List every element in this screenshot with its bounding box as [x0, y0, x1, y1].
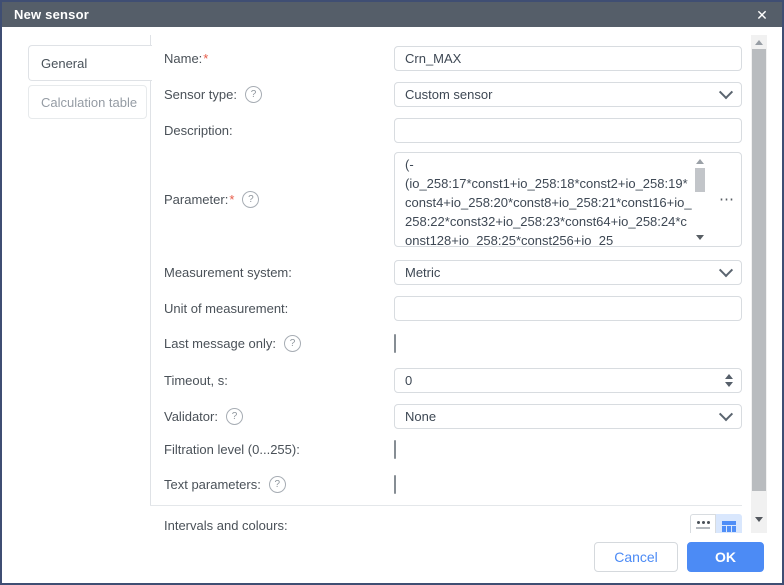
parameter-row: Parameter: * ? (- (io_258:17*const1+io_25… — [164, 152, 742, 247]
sensor-type-row: Sensor type: ? Custom sensor — [164, 82, 742, 107]
validator-value: None — [405, 409, 437, 424]
text-parameters-row: Text parameters: ? — [164, 472, 742, 497]
timeout-input[interactable] — [394, 368, 742, 393]
measurement-system-row: Measurement system: Metric — [164, 260, 742, 285]
dialog-body: General Calculation table Name:* Sensor … — [4, 29, 780, 535]
dialog-footer: Cancel OK — [4, 533, 780, 581]
sensor-type-select[interactable]: Custom sensor — [394, 82, 742, 107]
validator-select[interactable]: None — [394, 404, 742, 429]
filtration-level-checkbox[interactable] — [394, 439, 396, 459]
name-row: Name: * — [164, 46, 742, 71]
dots-icon — [696, 521, 710, 524]
timeout-label: Timeout, s: — [164, 373, 228, 388]
unit-row: Unit of measurement: — [164, 296, 742, 321]
filtration-level-row: Filtration level (0...255): — [164, 437, 742, 462]
tab-calculation-table[interactable]: Calculation table — [28, 85, 147, 119]
intervals-label: Intervals and colours: — [164, 518, 288, 533]
parameter-label: Parameter: — [164, 192, 229, 207]
intervals-view-toggle — [690, 514, 742, 535]
last-message-only-checkbox[interactable] — [394, 333, 396, 353]
name-input[interactable] — [394, 46, 742, 71]
scrollbar-thumb[interactable] — [752, 49, 766, 491]
scroll-up-icon[interactable] — [696, 159, 704, 164]
measurement-system-select[interactable]: Metric — [394, 260, 742, 285]
intervals-row: Intervals and colours: — [164, 513, 742, 535]
unit-input[interactable] — [394, 296, 742, 321]
tab-general-label: General — [41, 55, 88, 71]
last-message-only-label: Last message only: — [164, 336, 277, 351]
scroll-down-icon[interactable] — [696, 235, 704, 240]
spinner-up-icon[interactable] — [725, 374, 733, 379]
help-icon[interactable]: ? — [284, 335, 302, 352]
intervals-list-view-button[interactable] — [690, 514, 716, 535]
sensor-type-label: Sensor type: — [164, 87, 237, 102]
help-icon[interactable]: ? — [268, 476, 286, 493]
section-divider — [150, 505, 742, 506]
scrollbar-thumb[interactable] — [695, 168, 705, 192]
ok-button[interactable]: OK — [687, 542, 764, 572]
validator-label: Validator: — [164, 409, 218, 424]
filtration-level-label: Filtration level (0...255): — [164, 442, 300, 457]
chevron-down-icon — [718, 84, 734, 99]
spinner-down-icon[interactable] — [725, 382, 733, 387]
intervals-table-view-button[interactable] — [716, 514, 742, 535]
dialog-titlebar: New sensor ✕ — [2, 2, 782, 27]
dialog-scrollbar[interactable] — [751, 35, 767, 535]
required-asterisk: * — [203, 51, 209, 66]
new-sensor-dialog: New sensor ✕ General Calculation table N… — [0, 0, 784, 585]
tabs-divider — [150, 35, 151, 505]
validator-row: Validator: ? None — [164, 404, 742, 429]
parameter-scrollbar[interactable] — [693, 155, 707, 244]
scroll-down-icon[interactable] — [755, 517, 763, 522]
dialog-title: New sensor — [14, 7, 89, 22]
parameter-value[interactable]: (- (io_258:17*const1+io_258:18*const2+io… — [405, 155, 693, 246]
tab-general[interactable]: General — [28, 45, 152, 81]
description-input[interactable] — [394, 118, 742, 143]
dots-icon-bar — [696, 527, 710, 529]
last-message-only-row: Last message only: ? — [164, 331, 742, 356]
chevron-down-icon — [718, 262, 734, 277]
parameter-expand-button[interactable]: ⋯ — [719, 192, 735, 207]
name-label: Name: — [164, 51, 203, 66]
description-label: Description: — [164, 123, 233, 138]
unit-label: Unit of measurement: — [164, 301, 289, 316]
measurement-system-label: Measurement system: — [164, 265, 292, 280]
parameter-textarea[interactable]: (- (io_258:17*const1+io_258:18*const2+io… — [394, 152, 742, 247]
text-parameters-label: Text parameters: — [164, 477, 261, 492]
tab-calculation-table-label: Calculation table — [41, 94, 138, 110]
table-icon-columns — [722, 526, 736, 532]
close-icon[interactable]: ✕ — [754, 8, 770, 22]
cancel-button[interactable]: Cancel — [594, 542, 678, 572]
measurement-system-value: Metric — [405, 265, 441, 280]
help-icon[interactable]: ? — [242, 191, 260, 208]
help-icon[interactable]: ? — [225, 408, 243, 425]
text-parameters-checkbox[interactable] — [394, 474, 396, 494]
timeout-row: Timeout, s: — [164, 368, 742, 393]
chevron-down-icon — [718, 406, 734, 421]
scroll-up-icon[interactable] — [755, 40, 763, 45]
help-icon[interactable]: ? — [245, 86, 262, 103]
description-row: Description: — [164, 118, 742, 143]
required-asterisk: * — [229, 192, 235, 207]
table-icon — [722, 521, 736, 525]
sensor-type-value: Custom sensor — [405, 87, 493, 102]
spinner-icon[interactable] — [725, 374, 733, 387]
